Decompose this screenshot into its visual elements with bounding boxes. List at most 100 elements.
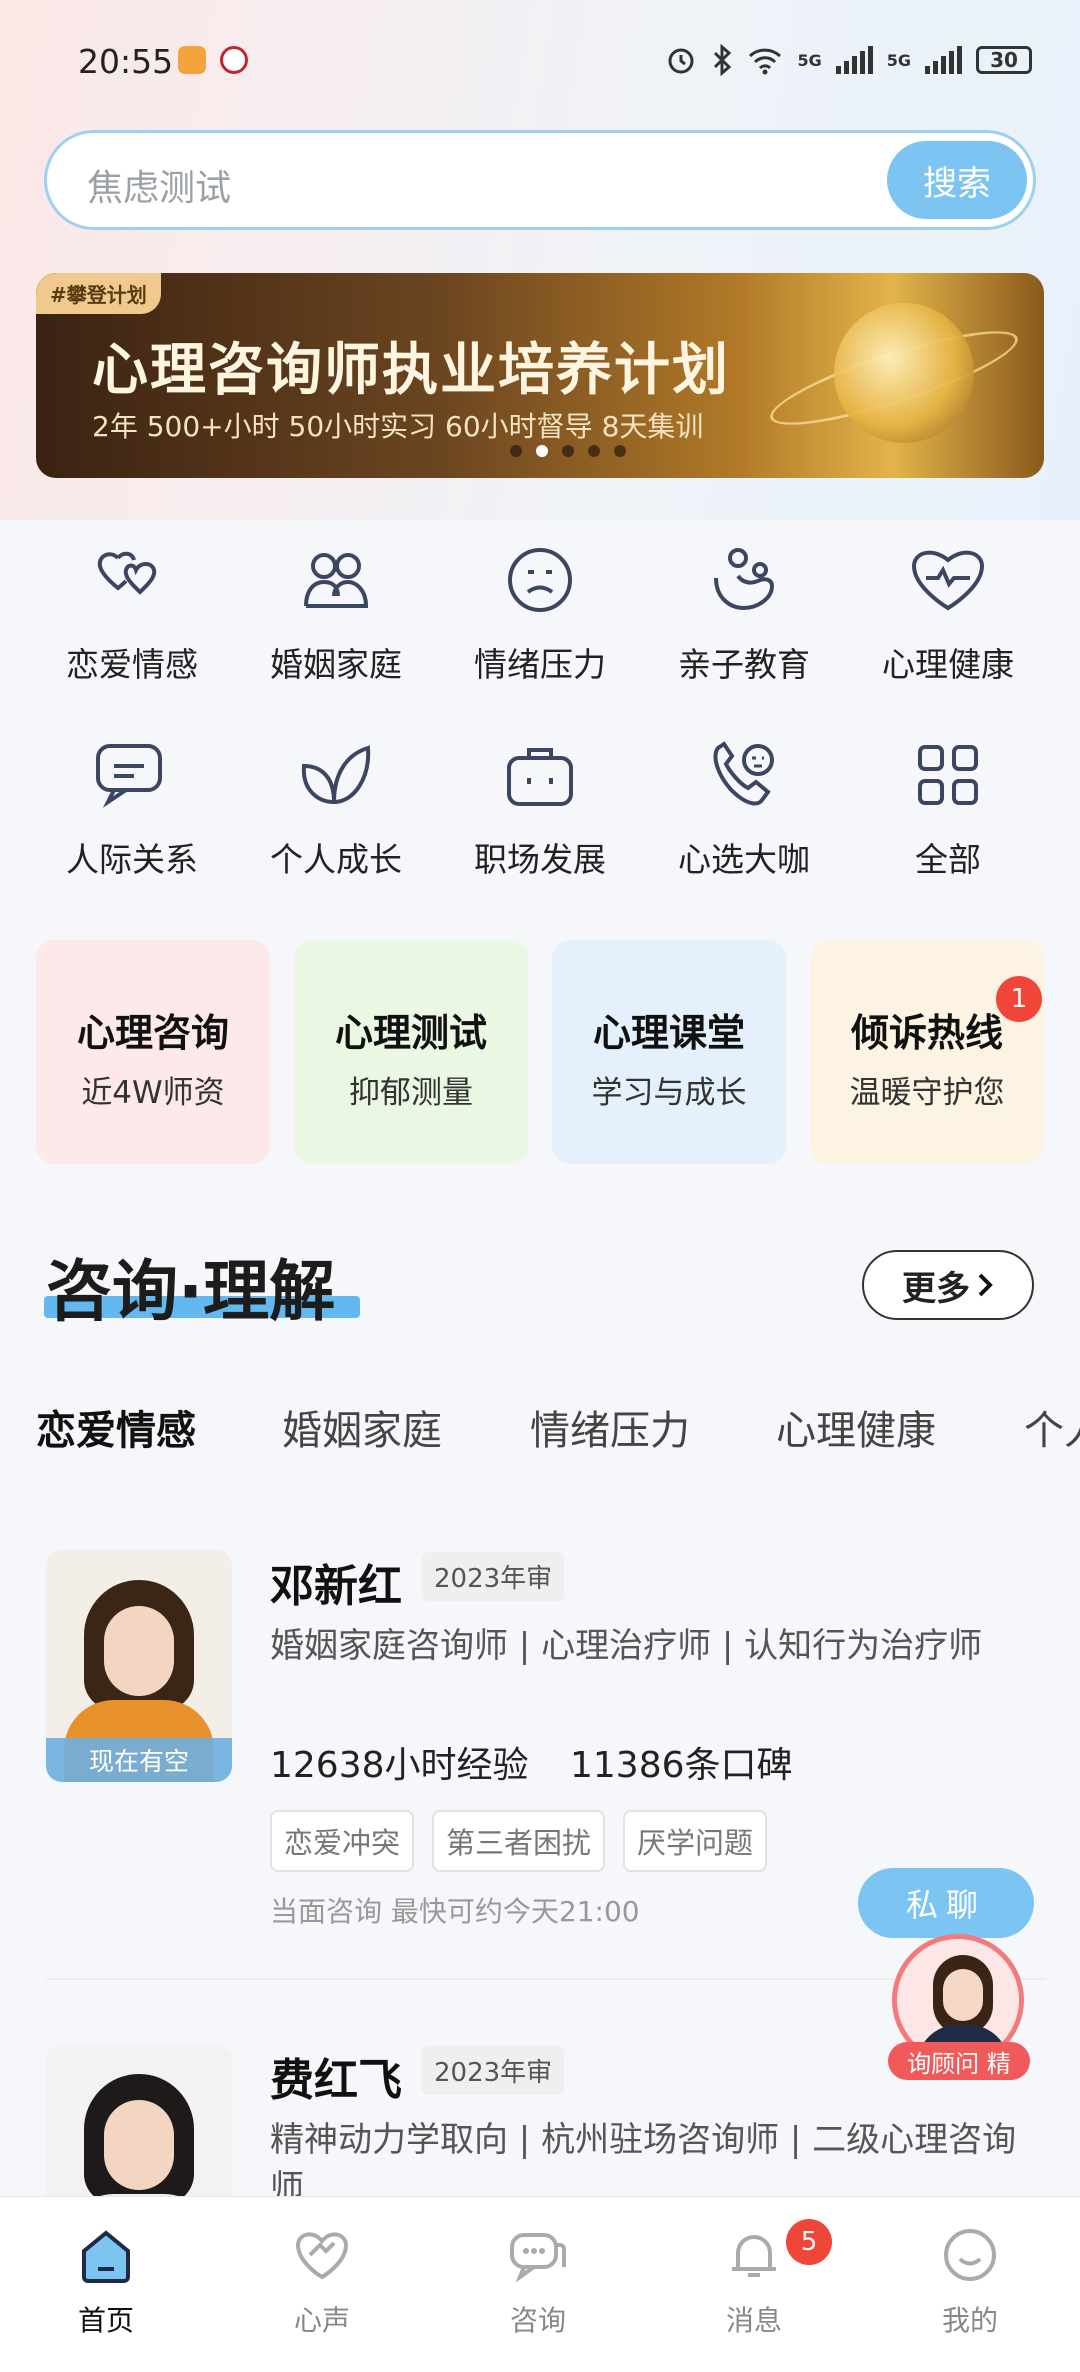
topic-tag: 厌学问题: [623, 1810, 768, 1872]
feature-card-consult[interactable]: 心理咨询 近4W师资: [36, 940, 270, 1164]
status-icons: 5G 5G 30: [665, 44, 1032, 76]
messages-badge: 5: [786, 2219, 832, 2265]
category-parenting[interactable]: 亲子教育: [642, 540, 846, 686]
feature-subtitle: 抑郁测量: [349, 1075, 473, 1111]
feature-card-class[interactable]: 心理课堂 学习与成长: [552, 940, 786, 1164]
couple-icon: [304, 553, 369, 608]
heart-voice-icon: [295, 2232, 349, 2280]
nav-label: 首页: [77, 2304, 134, 2337]
tab-mental-health[interactable]: 心理健康: [776, 1398, 936, 1456]
banner-tag: #攀登计划: [36, 273, 161, 314]
category-tabs: 恋爱情感 婚姻家庭 情绪压力 心理健康 个人成长: [36, 1398, 1080, 1468]
banner-dot-active[interactable]: [536, 445, 548, 457]
tab-love[interactable]: 恋爱情感: [36, 1398, 196, 1456]
advisor-label: 询顾问 精: [888, 2042, 1030, 2080]
leaf-icon: [301, 745, 371, 805]
hotline-badge: 1: [996, 976, 1042, 1022]
more-button[interactable]: 更多: [862, 1250, 1034, 1320]
counselor-card[interactable]: 现在有空 邓新红 2023年审 婚姻家庭咨询师 | 心理治疗师 | 认知行为治疗…: [46, 1550, 1046, 1950]
banner-dot[interactable]: [588, 445, 600, 457]
counselor-tags: 恋爱冲突 第三者困扰 厌学问题: [270, 1810, 768, 1872]
category-all[interactable]: 全部: [846, 735, 1050, 881]
home-icon: [82, 2230, 130, 2283]
floating-advisor-button[interactable]: 询顾问 精: [888, 1924, 1030, 2084]
battery-icon: 30: [976, 46, 1032, 74]
feature-card-test[interactable]: 心理测试 抑郁测量: [294, 940, 528, 1164]
tab-marriage[interactable]: 婚姻家庭: [282, 1398, 442, 1456]
banner-dot[interactable]: [562, 445, 574, 457]
category-emotion[interactable]: 情绪压力: [438, 540, 642, 686]
category-label: 情绪压力: [474, 645, 606, 684]
tab-growth[interactable]: 个人成长: [1024, 1398, 1080, 1456]
experience-hours: 12638小时经验: [270, 1745, 529, 1786]
nav-label: 咨询: [509, 2304, 566, 2337]
search-bar[interactable]: 焦虑测试 搜索: [44, 130, 1036, 230]
signal-bars-icon-2: [925, 46, 962, 74]
category-relationships[interactable]: 人际关系: [30, 735, 234, 881]
feature-title: 心理课堂: [592, 1011, 745, 1055]
feature-subtitle: 近4W师资: [81, 1075, 225, 1111]
wifi-icon: [749, 48, 782, 75]
sad-face-icon: [508, 548, 572, 612]
briefcase-icon: [507, 748, 573, 806]
status-time: 20:55: [78, 42, 174, 81]
counselor-photo[interactable]: [46, 2044, 232, 2196]
section-title: 咨询·理解: [46, 1253, 336, 1330]
feature-card-hotline[interactable]: 倾诉热线 温暖守护您: [810, 940, 1044, 1164]
bell-icon: [732, 2235, 776, 2277]
category-label: 恋爱情感: [66, 645, 198, 684]
nav-voice[interactable]: 心声: [252, 2225, 392, 2339]
category-marriage[interactable]: 婚姻家庭: [234, 540, 438, 686]
parent-child-icon: [714, 548, 775, 611]
category-label: 心理健康: [882, 645, 1014, 684]
banner-dot[interactable]: [510, 445, 522, 457]
nav-profile[interactable]: 我的: [900, 2225, 1040, 2339]
consult-icon: [510, 2233, 566, 2283]
tab-emotion[interactable]: 情绪压力: [530, 1398, 690, 1456]
topic-tag: 恋爱冲突: [270, 1810, 415, 1872]
banner-dot[interactable]: [614, 445, 626, 457]
bank-notification-icon: [220, 46, 248, 74]
category-career[interactable]: 职场发展: [438, 735, 642, 881]
year-review-badge: 2023年审: [422, 1552, 565, 1601]
review-count: 11386条口碑: [569, 1745, 793, 1786]
feature-subtitle: 温暖守护您: [849, 1075, 1005, 1111]
planet-decoration: [834, 303, 974, 443]
nav-home[interactable]: 首页: [36, 2225, 176, 2339]
search-input[interactable]: 焦虑测试: [87, 159, 231, 211]
category-love[interactable]: 恋爱情感: [30, 540, 234, 686]
category-label: 亲子教育: [678, 645, 810, 684]
banner-title: 心理咨询师执业培养计划: [92, 337, 730, 403]
promo-banner[interactable]: #攀登计划 心理咨询师执业培养计划 2年 500+小时 50小时实习 60小时督…: [36, 273, 1044, 478]
counselor-description: 精神动力学取向 | 杭州驻场咨询师 | 二级心理咨询师: [270, 2120, 1017, 2196]
category-mental-health[interactable]: 心理健康: [846, 540, 1050, 686]
alarm-icon: [668, 48, 694, 74]
chat-bubble-icon: [96, 744, 162, 808]
counselor-name: 邓新红: [270, 1561, 402, 1612]
counselor-name: 费红飞: [270, 2055, 402, 2106]
availability-label: 现在有空: [46, 1738, 232, 1782]
search-button[interactable]: 搜索: [887, 141, 1027, 219]
category-label: 心选大咖: [678, 840, 810, 879]
nav-consult[interactable]: 咨询: [468, 2225, 608, 2339]
category-growth[interactable]: 个人成长: [234, 735, 438, 881]
banner-pagination: [510, 445, 626, 457]
signal-label-2: 5G: [886, 50, 911, 70]
year-review-badge: 2023年审: [422, 2046, 565, 2095]
category-label: 婚姻家庭: [270, 645, 402, 684]
counselor-photo[interactable]: 现在有空: [46, 1550, 232, 1782]
counselor-description: 婚姻家庭咨询师 | 心理治疗师 | 认知行为治疗师: [270, 1626, 983, 1666]
nav-label: 我的: [941, 2304, 998, 2337]
heart-pulse-icon: [911, 550, 985, 611]
bluetooth-icon: [714, 44, 732, 76]
category-label: 人际关系: [66, 840, 198, 879]
app-notification-icon: [178, 46, 206, 74]
nav-label: 消息: [725, 2304, 782, 2337]
feature-subtitle: 学习与成长: [591, 1075, 747, 1111]
hearts-icon: [97, 551, 157, 595]
feature-title: 心理测试: [334, 1011, 487, 1055]
category-experts[interactable]: 心选大咖: [642, 735, 846, 881]
chevron-right-icon: [978, 1273, 993, 1297]
status-bar: 20:55 5G 5G 30: [0, 0, 1080, 120]
category-label: 全部: [915, 840, 981, 879]
